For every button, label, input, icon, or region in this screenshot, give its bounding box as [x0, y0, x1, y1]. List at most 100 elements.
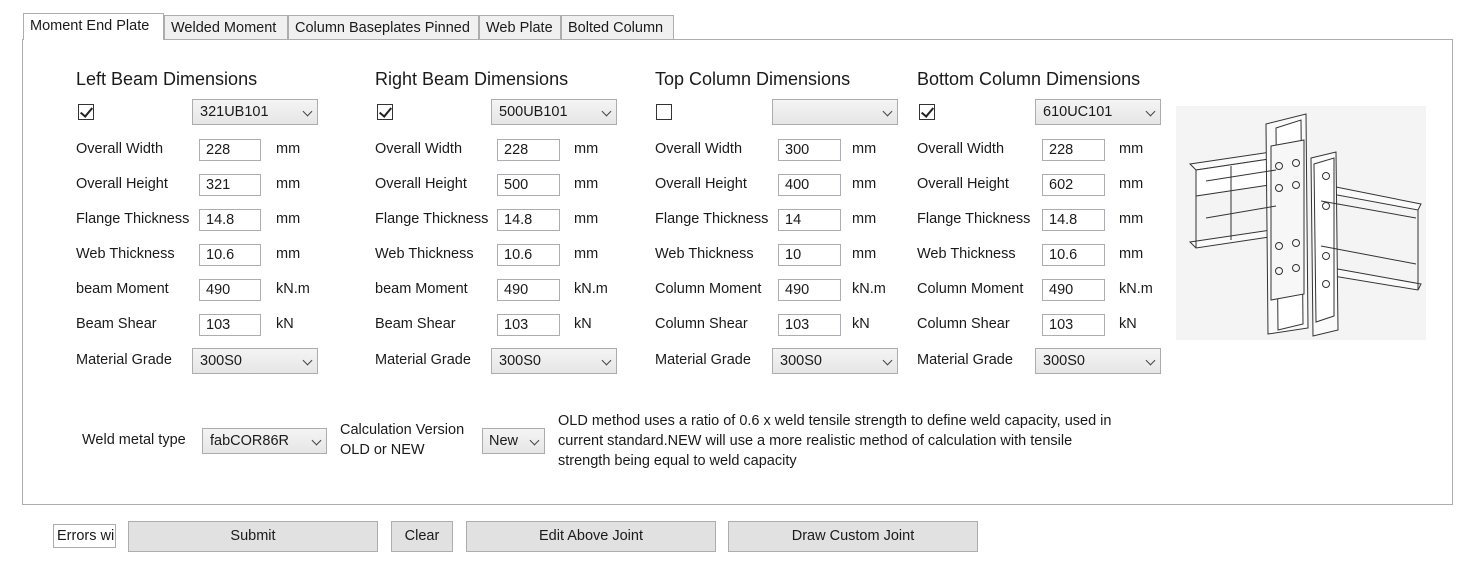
bottom-column-material-label: Material Grade: [917, 352, 1013, 368]
top-column-checkbox[interactable]: [656, 104, 672, 120]
top-column-field-input[interactable]: 400: [778, 174, 841, 196]
right-beam-field-input[interactable]: 228: [497, 139, 560, 161]
right-beam-section-value: 500UB101: [499, 104, 568, 120]
tab-column-baseplates-pinned[interactable]: Column Baseplates Pinned: [288, 15, 479, 39]
left-beam-field-label: Overall Width: [76, 141, 164, 157]
check-icon: [378, 104, 393, 118]
left-beam-field-unit: mm: [276, 141, 301, 157]
top-column-field-input[interactable]: 300: [778, 139, 841, 161]
chevron-down-icon: [302, 106, 313, 117]
tab-web-plate[interactable]: Web Plate: [479, 15, 561, 39]
top-column-field-input[interactable]: 14: [778, 209, 841, 231]
right-beam-field-unit: mm: [574, 176, 599, 192]
right-beam-material-select[interactable]: 300S0: [491, 348, 617, 374]
edit-above-joint-button[interactable]: Edit Above Joint: [466, 521, 716, 552]
right-beam-field-input[interactable]: 14.8: [497, 209, 560, 231]
right-beam-field-input[interactable]: 10.6: [497, 244, 560, 266]
bottom-column-field-unit: mm: [1119, 246, 1144, 262]
check-icon: [79, 104, 94, 118]
top-column-section-select[interactable]: [772, 99, 898, 125]
bottom-column-field-input[interactable]: 14.8: [1042, 209, 1105, 231]
bottom-column-checkbox[interactable]: [919, 104, 935, 120]
left-beam-section-select[interactable]: 321UB101: [192, 99, 318, 125]
left-beam-checkbox[interactable]: [78, 104, 94, 120]
left-beam-field-unit: mm: [276, 246, 301, 262]
bottom-column-field-unit: mm: [1119, 211, 1144, 227]
calc-method-note: OLD method uses a ratio of 0.6 x weld te…: [558, 413, 1112, 469]
top-column-field-label: Column Moment: [655, 281, 762, 297]
calc-version-label-2: OLD or NEW: [340, 442, 425, 458]
bottom-column-material-select[interactable]: 300S0: [1035, 348, 1161, 374]
right-beam-field-label: Overall Height: [375, 176, 467, 192]
calc-version-select[interactable]: New: [482, 428, 545, 454]
top-column-field-unit: kN.m: [852, 281, 886, 297]
bottom-column-field-label: Web Thickness: [917, 246, 1016, 262]
right-beam-section-select[interactable]: 500UB101: [491, 99, 617, 125]
bottom-column-field-label: Overall Height: [917, 176, 1009, 192]
bottom-column-field-unit: mm: [1119, 141, 1144, 157]
left-beam-material-label: Material Grade: [76, 352, 172, 368]
left-beam-material-select[interactable]: 300S0: [192, 348, 318, 374]
chevron-down-icon: [1145, 106, 1156, 117]
left-beam-field-input[interactable]: 490: [199, 279, 261, 301]
right-beam-field-unit: mm: [574, 211, 599, 227]
bottom-column-field-input[interactable]: 103: [1042, 314, 1105, 336]
left-beam-field-input[interactable]: 228: [199, 139, 261, 161]
tab-moment-end-plate[interactable]: Moment End Plate: [23, 13, 164, 40]
left-beam-field-input[interactable]: 321: [199, 174, 261, 196]
chevron-down-icon: [882, 355, 893, 366]
bottom-column-title: Bottom Column Dimensions: [917, 69, 1141, 89]
right-beam-field-unit: kN: [574, 316, 592, 332]
top-column-field-unit: mm: [852, 246, 877, 262]
chevron-down-icon: [601, 106, 612, 117]
right-beam-field-input[interactable]: 500: [497, 174, 560, 196]
calc-version-value: New: [489, 433, 519, 449]
bottom-column-field-input[interactable]: 602: [1042, 174, 1105, 196]
top-column-field-unit: mm: [852, 211, 877, 227]
draw-custom-joint-button[interactable]: Draw Custom Joint: [728, 521, 978, 552]
chevron-down-icon: [529, 435, 540, 446]
top-column-title: Top Column Dimensions: [655, 69, 851, 89]
top-column-material-select[interactable]: 300S0: [772, 348, 898, 374]
right-beam-field-unit: mm: [574, 141, 599, 157]
left-beam-field-input[interactable]: 103: [199, 314, 261, 336]
right-beam-checkbox[interactable]: [377, 104, 393, 120]
chevron-down-icon: [1145, 355, 1156, 366]
clear-button[interactable]: Clear: [391, 521, 453, 552]
right-beam-field-unit: kN.m: [574, 281, 608, 297]
right-beam-field-input[interactable]: 490: [497, 279, 560, 301]
top-column-field-input[interactable]: 10: [778, 244, 841, 266]
check-icon: [920, 104, 935, 118]
tab-bolted-column[interactable]: Bolted Column: [561, 15, 674, 39]
left-beam-field-unit: mm: [276, 176, 301, 192]
right-beam-field-input[interactable]: 103: [497, 314, 560, 336]
top-column-field-unit: mm: [852, 141, 877, 157]
bottom-column-field-label: Overall Width: [917, 141, 1005, 157]
top-column-field-label: Flange Thickness: [655, 211, 769, 227]
top-column-field-input[interactable]: 103: [778, 314, 841, 336]
left-beam-field-input[interactable]: 14.8: [199, 209, 261, 231]
tab-welded-moment[interactable]: Welded Moment: [164, 15, 288, 39]
submit-button[interactable]: Submit: [128, 521, 378, 552]
chevron-down-icon: [601, 355, 612, 366]
errors-field[interactable]: Errors wi: [53, 524, 116, 548]
right-beam-field-unit: mm: [574, 246, 599, 262]
left-beam-material-value: 300S0: [200, 353, 242, 369]
left-beam-field-input[interactable]: 10.6: [199, 244, 261, 266]
weld-metal-select[interactable]: fabCOR86R: [202, 428, 327, 454]
right-beam-field-label: Overall Width: [375, 141, 463, 157]
top-column-field-input[interactable]: 490: [778, 279, 841, 301]
bottom-column-field-input[interactable]: 10.6: [1042, 244, 1105, 266]
top-column-field-label: Overall Width: [655, 141, 743, 157]
calc-version-label: Calculation Version: [340, 422, 465, 438]
bottom-column-field-input[interactable]: 228: [1042, 139, 1105, 161]
chevron-down-icon: [302, 355, 313, 366]
left-beam-field-label: Flange Thickness: [76, 211, 190, 227]
bottom-column-field-input[interactable]: 490: [1042, 279, 1105, 301]
right-beam-field-label: Flange Thickness: [375, 211, 489, 227]
bottom-column-field-unit: kN.m: [1119, 281, 1153, 297]
top-column-field-unit: mm: [852, 176, 877, 192]
top-column-field-label: Column Shear: [655, 316, 748, 332]
bottom-column-section-select[interactable]: 610UC101: [1035, 99, 1161, 125]
left-beam-field-unit: kN: [276, 316, 294, 332]
